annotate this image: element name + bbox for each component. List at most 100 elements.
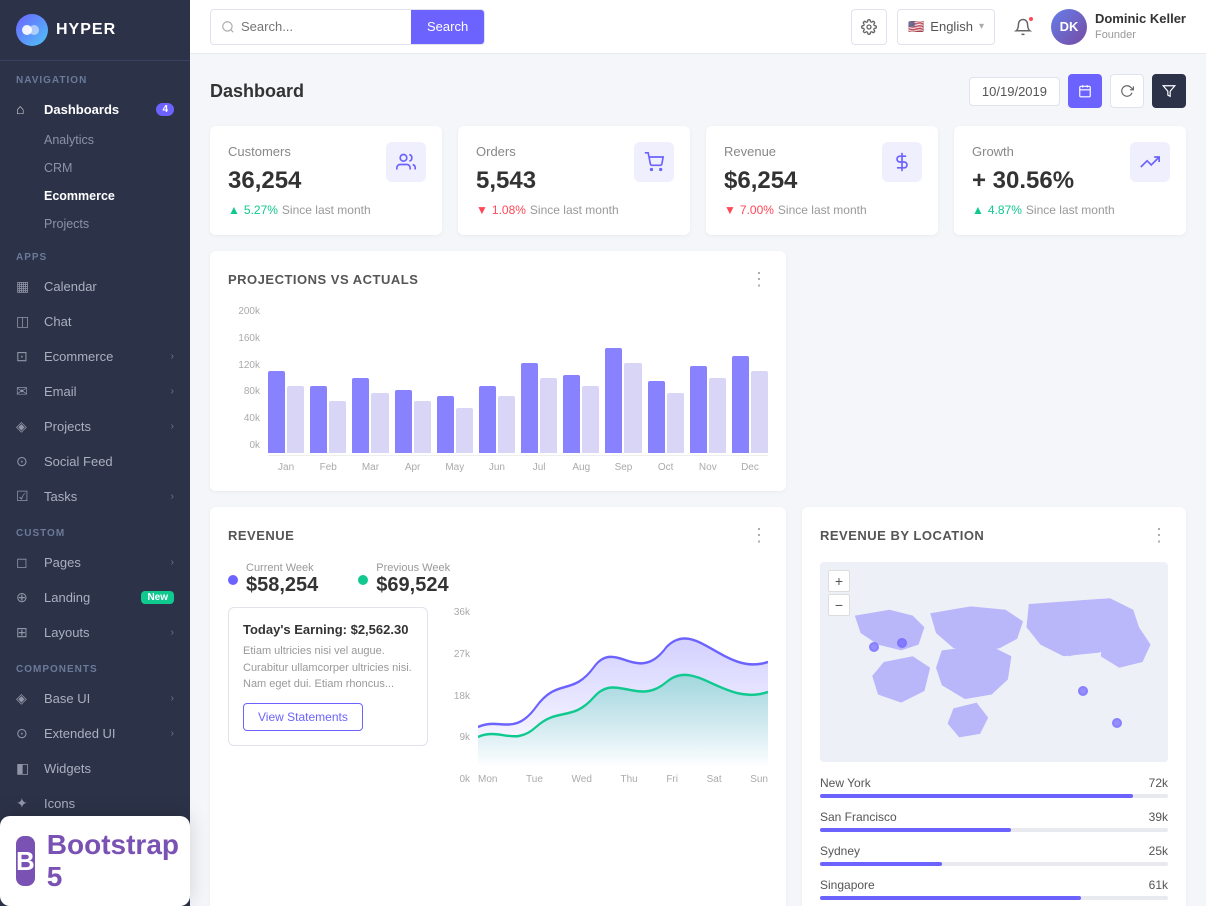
- arrow-icon-extended-ui: ›: [171, 728, 174, 739]
- view-statements-button[interactable]: View Statements: [243, 703, 363, 731]
- notifications-button[interactable]: [1005, 9, 1041, 45]
- bootstrap-overlay[interactable]: B Bootstrap 5: [0, 816, 190, 906]
- sidebar-item-tasks[interactable]: ☑ Tasks ›: [0, 479, 190, 514]
- user-info: Dominic Keller Founder: [1095, 11, 1186, 42]
- bar-actual-aug: [563, 375, 580, 453]
- bootstrap-icon: B: [16, 836, 35, 886]
- location-new-york-header: New York 72k: [820, 776, 1168, 790]
- growth-arrow-icon: ▲: [972, 203, 984, 217]
- sidebar-item-projects[interactable]: Projects: [0, 210, 190, 238]
- widgets-label: Widgets: [44, 761, 174, 776]
- page-header: Dashboard 10/19/2019: [210, 74, 1186, 108]
- orders-icon: [634, 142, 674, 182]
- refresh-button[interactable]: [1110, 74, 1144, 108]
- calendar-label: Calendar: [44, 279, 174, 294]
- previous-week-item: Previous Week $69,524: [358, 562, 450, 597]
- bar-actual-feb: [310, 386, 327, 454]
- language-selector[interactable]: 🇺🇸 English ▾: [897, 9, 995, 45]
- bar-chart-bars: [268, 306, 768, 456]
- x-label-aug: Aug: [563, 462, 599, 473]
- earning-desc: Etiam ultricies nisi vel augue. Curabitu…: [243, 643, 413, 693]
- arrow-icon-layouts: ›: [171, 627, 174, 638]
- earning-box-wrap: Today's Earning: $2,562.30 Etiam ultrici…: [228, 607, 428, 785]
- y-9k: 9k: [444, 732, 470, 743]
- sidebar-item-crm[interactable]: CRM: [0, 154, 190, 182]
- y-18k: 18k: [444, 691, 470, 702]
- search-input-wrap: [211, 19, 411, 34]
- sidebar-item-dashboards[interactable]: ⌂ Dashboards 4: [0, 92, 190, 126]
- search-container: Search: [210, 9, 485, 45]
- filter-icon: [1162, 84, 1176, 98]
- widgets-icon: ◧: [16, 760, 34, 777]
- landing-label: Landing: [44, 590, 141, 605]
- svg-wrap: Mon Tue Wed Thu Fri Sat Sun: [478, 607, 768, 785]
- y-label-40k: 40k: [228, 413, 260, 424]
- base-ui-icon: ◈: [16, 690, 34, 707]
- sidebar-item-email[interactable]: ✉ Email ›: [0, 374, 190, 409]
- tasks-icon: ☑: [16, 488, 34, 505]
- social-icon: ⊙: [16, 453, 34, 470]
- previous-week-dot: [358, 575, 368, 585]
- location-sf-name: San Francisco: [820, 810, 897, 824]
- y-label-120k: 120k: [228, 360, 260, 371]
- bar-projected-mar: [371, 393, 388, 453]
- projections-menu[interactable]: ⋮: [750, 269, 768, 290]
- notification-dot: [1027, 15, 1035, 23]
- sidebar-item-ecommerce[interactable]: Ecommerce: [0, 182, 190, 210]
- x-label-jun: Jun: [479, 462, 515, 473]
- revenue-row: REVENUE ⋮ Current Week $58,254 P: [210, 507, 1186, 906]
- projects-app-label: Projects: [44, 419, 171, 434]
- y-axis: 200k 160k 120k 80k 40k 0k: [228, 306, 260, 473]
- calendar-view-button[interactable]: [1068, 74, 1102, 108]
- sidebar-item-chat[interactable]: ◫ Chat: [0, 304, 190, 339]
- sidebar-item-analytics[interactable]: Analytics: [0, 126, 190, 154]
- filter-button[interactable]: [1152, 74, 1186, 108]
- sidebar-item-base-ui[interactable]: ◈ Base UI ›: [0, 681, 190, 716]
- sidebar-item-layouts[interactable]: ⊞ Layouts ›: [0, 615, 190, 650]
- topbar: Search 🇺🇸 English ▾ DK Dominic Keller Fo…: [190, 0, 1206, 54]
- main-area: Search 🇺🇸 English ▾ DK Dominic Keller Fo…: [190, 0, 1206, 906]
- location-singapore-header: Singapore 61k: [820, 878, 1168, 892]
- day-wed: Wed: [572, 774, 592, 785]
- revenue-content: Today's Earning: $2,562.30 Etiam ultrici…: [228, 607, 768, 785]
- search-button[interactable]: Search: [411, 9, 484, 45]
- user-profile[interactable]: DK Dominic Keller Founder: [1051, 9, 1186, 45]
- sidebar-item-projects-app[interactable]: ◈ Projects ›: [0, 409, 190, 444]
- location-stats: New York 72k San Francisco 39k: [820, 776, 1168, 900]
- revenue-menu[interactable]: ⋮: [750, 525, 768, 546]
- location-singapore: Singapore 61k: [820, 878, 1168, 900]
- bar-projected-oct: [667, 393, 684, 453]
- sidebar-item-widgets[interactable]: ◧ Widgets: [0, 751, 190, 786]
- sidebar-item-pages[interactable]: ◻ Pages ›: [0, 545, 190, 580]
- location-menu[interactable]: ⋮: [1150, 525, 1168, 546]
- current-week-dot: [228, 575, 238, 585]
- map-container: + −: [820, 562, 1168, 762]
- revenue-card: REVENUE ⋮ Current Week $58,254 P: [210, 507, 786, 906]
- landing-icon: ⊕: [16, 589, 34, 606]
- customers-icon: [386, 142, 426, 182]
- up-arrow-icon: ▲: [228, 203, 240, 217]
- x-axis-days: Mon Tue Wed Thu Fri Sat Sun: [478, 774, 768, 785]
- bar-group-jul: [521, 303, 557, 453]
- location-title: REVENUE BY LOCATION: [820, 528, 984, 543]
- bar-group-jun: [479, 303, 515, 453]
- user-role: Founder: [1095, 28, 1186, 42]
- sidebar-item-ecommerce-app[interactable]: ⊡ Ecommerce ›: [0, 339, 190, 374]
- revenue-icon: [882, 142, 922, 182]
- sidebar-item-social-feed[interactable]: ⊙ Social Feed: [0, 444, 190, 479]
- search-icon: [221, 20, 235, 34]
- x-label-may: May: [437, 462, 473, 473]
- search-input[interactable]: [241, 19, 401, 34]
- bar-group-aug: [563, 303, 599, 453]
- projections-chart-card: PROJECTIONS VS ACTUALS ⋮ 200k 160k 120k …: [210, 251, 786, 491]
- down-arrow-icon: ▼: [476, 203, 488, 217]
- sidebar-item-calendar[interactable]: ▦ Calendar: [0, 269, 190, 304]
- bar-actual-may: [437, 396, 454, 453]
- location-card: REVENUE BY LOCATION ⋮ + −: [802, 507, 1186, 906]
- previous-week-value: $69,524: [376, 574, 450, 597]
- projects-icon: ◈: [16, 418, 34, 435]
- growth-change-label: Since last month: [1026, 203, 1115, 217]
- settings-button[interactable]: [851, 9, 887, 45]
- sidebar-item-landing[interactable]: ⊕ Landing New: [0, 580, 190, 615]
- sidebar-item-extended-ui[interactable]: ⊙ Extended UI ›: [0, 716, 190, 751]
